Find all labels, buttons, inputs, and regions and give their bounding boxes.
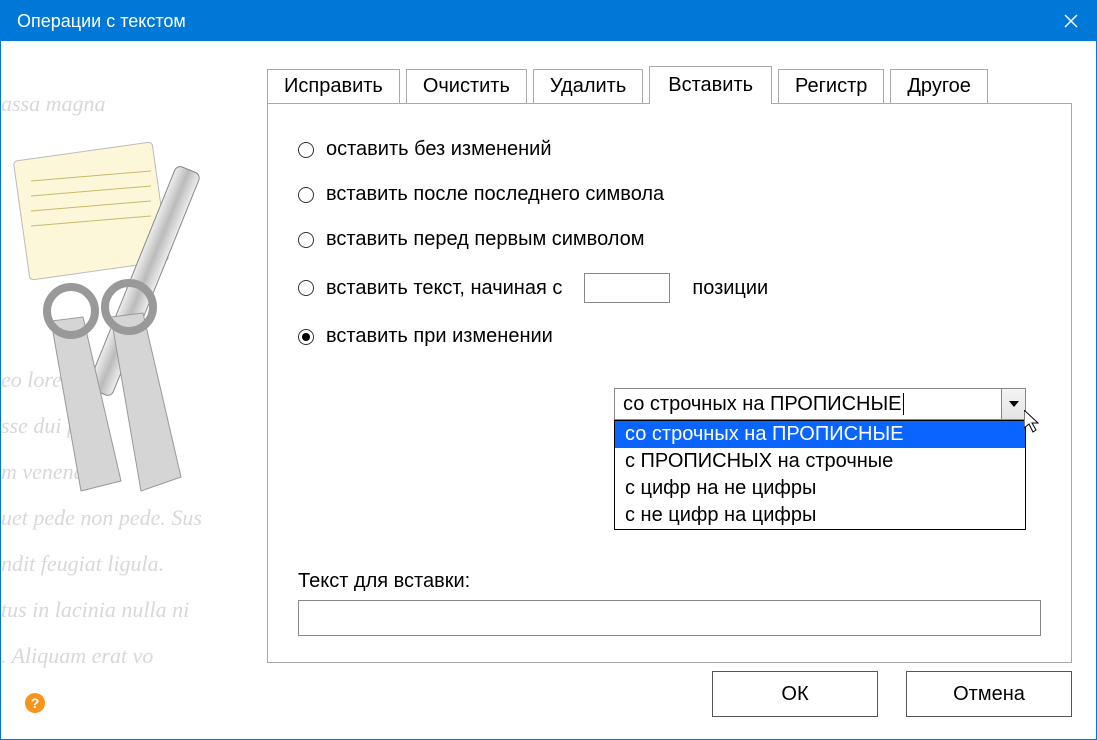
radio-label-post: позиции	[692, 277, 768, 300]
mouse-cursor-icon	[1024, 410, 1044, 434]
radio-label: вставить при изменении	[326, 325, 553, 348]
insert-text-input[interactable]	[298, 600, 1041, 636]
radio-label-pre: вставить текст, начиная с	[326, 277, 562, 300]
main-area: Исправить Очистить Удалить Вставить Реги…	[233, 41, 1096, 739]
option-label: со строчных на ПРОПИСНЫЕ	[625, 423, 904, 445]
position-input[interactable]	[584, 273, 670, 303]
radio-atposition[interactable]	[298, 280, 314, 296]
radio-afterlast[interactable]	[298, 187, 314, 203]
close-icon	[1064, 14, 1078, 28]
radio-label: вставить перед первым символом	[326, 228, 645, 251]
radio-beforefirst[interactable]	[298, 232, 314, 248]
cancel-button[interactable]: Отмена	[906, 671, 1072, 717]
close-button[interactable]	[1046, 1, 1096, 41]
tab-strip: Исправить Очистить Удалить Вставить Реги…	[267, 65, 988, 103]
tab-insert[interactable]: Вставить	[649, 66, 772, 104]
radio-row-onchange: вставить при изменении	[298, 325, 1041, 348]
dialog-buttons: ОК Отмена	[712, 671, 1072, 717]
combo-option[interactable]: со строчных на ПРОПИСНЫЕ	[615, 421, 1025, 448]
titlebar: Операции с текстом	[1, 1, 1096, 41]
button-label: Отмена	[953, 683, 1025, 706]
option-label: с цифр на не цифры	[625, 477, 816, 499]
radio-label: оставить без изменений	[326, 138, 552, 161]
combo-dropdown-button[interactable]	[1001, 389, 1025, 419]
radio-row-atposition: вставить текст, начиная с позиции	[298, 273, 1041, 303]
tab-clean[interactable]: Очистить	[406, 69, 527, 103]
chevron-down-icon	[1009, 401, 1019, 407]
window-title: Операции с текстом	[17, 11, 186, 32]
tab-delete[interactable]: Удалить	[533, 69, 643, 103]
tab-label: Вставить	[668, 74, 753, 97]
tab-case[interactable]: Регистр	[778, 69, 884, 103]
ok-button[interactable]: ОК	[712, 671, 878, 717]
combo-option[interactable]: с цифр на не цифры	[615, 475, 1025, 502]
dialog-window: Операции с текстом assa magna eo lorem, …	[0, 0, 1097, 740]
radio-row-nochange: оставить без изменений	[298, 138, 1041, 161]
dialog-body: assa magna eo lorem, sse dui pos m venen…	[1, 41, 1096, 739]
change-type-combo[interactable]: со строчных на ПРОПИСНЫЕ	[614, 388, 1026, 420]
radio-row-afterlast: вставить после последнего символа	[298, 183, 1041, 206]
tab-label: Удалить	[550, 75, 626, 98]
decorative-text: assa magna eo lorem, sse dui pos m venen…	[1, 41, 233, 739]
combo-option[interactable]: с не цифр на цифры	[615, 502, 1025, 529]
radio-nochange[interactable]	[298, 142, 314, 158]
tab-label: Исправить	[284, 75, 383, 98]
tab-fix[interactable]: Исправить	[267, 69, 400, 103]
option-label: с не цифр на цифры	[625, 504, 816, 526]
option-label: с ПРОПИСНЫХ на строчные	[625, 450, 893, 472]
side-illustration: assa magna eo lorem, sse dui pos m venen…	[1, 41, 233, 739]
combo-option[interactable]: с ПРОПИСНЫХ на строчные	[615, 448, 1025, 475]
tab-label: Другое	[907, 75, 971, 98]
radio-onchange[interactable]	[298, 329, 314, 345]
tab-label: Регистр	[795, 75, 867, 98]
help-button[interactable]: ?	[25, 693, 45, 713]
tab-panel: оставить без изменений вставить после по…	[267, 103, 1072, 663]
insert-text-label: Текст для вставки:	[298, 570, 470, 593]
radio-row-beforefirst: вставить перед первым символом	[298, 228, 1041, 251]
panel-content: оставить без изменений вставить после по…	[268, 104, 1071, 390]
help-icon: ?	[31, 695, 40, 711]
combo-dropdown-list: со строчных на ПРОПИСНЫЕ с ПРОПИСНЫХ на …	[614, 420, 1026, 530]
tab-other[interactable]: Другое	[890, 69, 988, 103]
combo-selected-text: со строчных на ПРОПИСНЫЕ	[615, 391, 1001, 418]
tab-label: Очистить	[423, 75, 510, 98]
radio-label: вставить после последнего символа	[326, 183, 664, 206]
button-label: ОК	[781, 683, 808, 706]
